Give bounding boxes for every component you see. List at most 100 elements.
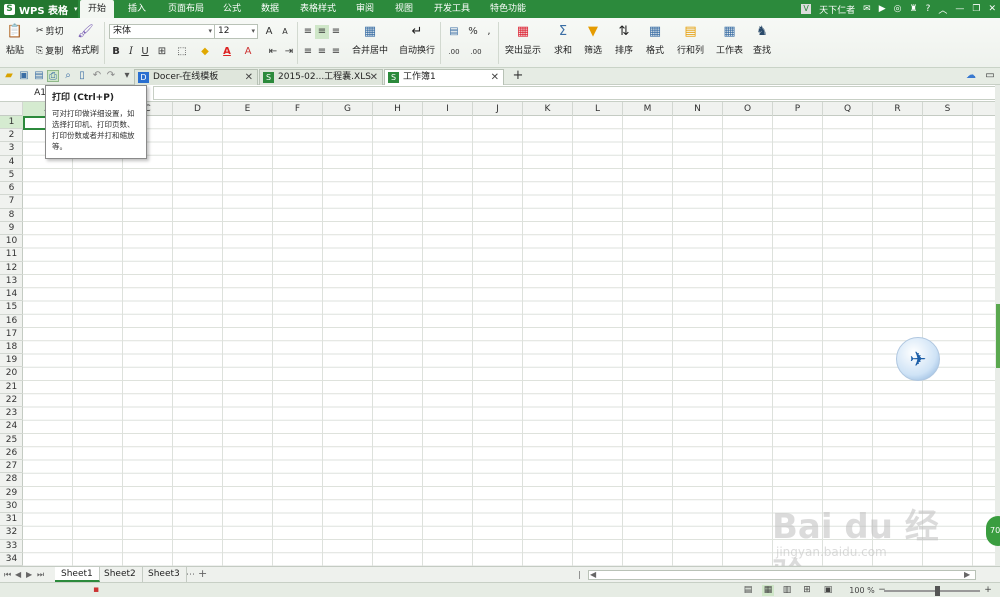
save-icon[interactable]: ▣ (18, 70, 30, 82)
rows-cols-button[interactable]: ▤ 行和列 (677, 22, 704, 57)
worksheet-button[interactable]: ▦ 工作表 (716, 22, 743, 57)
font-name-select[interactable]: 宋体 ▾ (109, 24, 215, 39)
tab-insert[interactable]: 插入 (120, 0, 154, 18)
app-menu-button[interactable]: S WPS 表格 ▾ (0, 0, 78, 18)
align-top-icon[interactable]: ≡ (301, 25, 315, 39)
play-icon[interactable]: ▶ (879, 4, 886, 14)
document-icon[interactable]: ▯ (76, 70, 88, 82)
row-header[interactable]: 25 (0, 434, 23, 447)
scroll-left-icon[interactable]: ◀ (590, 570, 596, 579)
more-sheets-icon[interactable]: ⋯ (186, 570, 195, 580)
column-header[interactable]: G (323, 102, 373, 116)
column-header[interactable]: R (873, 102, 923, 116)
italic-button[interactable]: I (124, 45, 138, 59)
open-icon[interactable]: ▰ (3, 70, 15, 82)
doc-tab-docer[interactable]: D Docer-在线模板 ✕ (134, 69, 258, 85)
macro-icon[interactable]: ▪ (90, 585, 102, 596)
column-header[interactable]: Q (823, 102, 873, 116)
row-header[interactable]: 19 (0, 354, 23, 368)
tab-formulas[interactable]: 公式 (215, 0, 249, 18)
row-header[interactable]: 30 (0, 500, 23, 514)
export-pdf-icon[interactable]: ▤ (33, 70, 45, 82)
number-format-icon[interactable]: ▤ (447, 25, 461, 39)
collapse-icon[interactable]: ︿ (938, 3, 947, 16)
thousands-button[interactable]: , (482, 25, 496, 39)
float-badge-button[interactable]: 70 (986, 516, 1000, 546)
row-header[interactable]: 14 (0, 288, 23, 302)
font-color-icon[interactable]: A (220, 45, 234, 59)
next-sheet-icon[interactable]: ▶ (26, 570, 32, 579)
tab-table-style[interactable]: 表格样式 (292, 0, 344, 18)
name-box[interactable]: A1 (0, 86, 48, 100)
zoom-slider[interactable] (884, 590, 980, 592)
border-icon[interactable]: ⊞ (155, 45, 169, 59)
tab-home[interactable]: 开始 (80, 0, 115, 18)
tab-developer[interactable]: 开发工具 (426, 0, 478, 18)
close-icon[interactable]: ✕ (370, 70, 378, 85)
column-header[interactable]: M (623, 102, 673, 116)
row-header[interactable]: 33 (0, 540, 23, 553)
cut-button[interactable]: ✂ 剪切 (36, 24, 64, 38)
redo-icon[interactable]: ↷ (105, 70, 117, 82)
row-header[interactable]: 5 (0, 169, 23, 183)
vertical-scroll-thumb[interactable] (996, 304, 1000, 368)
prev-sheet-icon[interactable]: ◀ (15, 570, 21, 579)
column-header[interactable]: E (223, 102, 273, 116)
column-header[interactable]: F (273, 102, 323, 116)
align-middle-icon[interactable]: ≡ (315, 25, 329, 39)
formula-input[interactable] (153, 86, 996, 100)
row-header[interactable]: 18 (0, 341, 23, 355)
shirt-icon[interactable]: ♜ (910, 4, 918, 14)
row-header[interactable]: 31 (0, 513, 23, 527)
sheet-tab-1[interactable]: Sheet1 (55, 567, 100, 582)
column-header[interactable]: K (523, 102, 573, 116)
font-shrink-icon[interactable]: A (278, 25, 292, 39)
column-header[interactable]: O (723, 102, 773, 116)
font-size-select[interactable]: 12 ▾ (214, 24, 258, 39)
row-header[interactable]: 3 (0, 142, 23, 156)
align-right-icon[interactable]: ≡ (329, 45, 343, 59)
doc-tab-workbook1[interactable]: S 工作簿1 ✕ (384, 69, 504, 85)
row-header[interactable]: 17 (0, 328, 23, 341)
bold-button[interactable]: B (109, 45, 123, 59)
zoom-slider-handle[interactable] (935, 586, 940, 596)
filter-button[interactable]: ▼ 筛选 (584, 22, 602, 57)
row-header[interactable]: 27 (0, 460, 23, 474)
column-header[interactable]: N (673, 102, 723, 116)
row-header[interactable]: 8 (0, 209, 23, 222)
row-header[interactable]: 10 (0, 235, 23, 249)
row-header[interactable]: 21 (0, 381, 23, 394)
decimal-increase-button[interactable]: .00 (445, 45, 463, 59)
find-button[interactable]: ♞ 查找 (753, 22, 771, 57)
column-header[interactable]: J (473, 102, 523, 116)
split-handle-icon[interactable]: | (578, 570, 581, 579)
row-header[interactable]: 20 (0, 367, 23, 381)
normal-view-icon[interactable]: ▤ (742, 585, 754, 596)
tab-page-layout[interactable]: 页面布局 (160, 0, 212, 18)
row-header[interactable]: 6 (0, 182, 23, 196)
tab-data[interactable]: 数据 (253, 0, 287, 18)
customize-icon[interactable]: ▾ (121, 70, 133, 82)
horizontal-scrollbar[interactable] (588, 570, 976, 580)
tab-view[interactable]: 视图 (387, 0, 421, 18)
percent-button[interactable]: % (466, 25, 480, 39)
copy-button[interactable]: ⎘ 复制 (36, 44, 63, 58)
doc-tab-xls[interactable]: S 2015-02...工程囊.XLS ✕ (259, 69, 383, 85)
row-header[interactable]: 7 (0, 195, 23, 209)
row-header[interactable]: 9 (0, 222, 23, 236)
row-header[interactable]: 24 (0, 420, 23, 434)
eye-protect-icon[interactable]: ▣ (822, 585, 834, 596)
row-header[interactable]: 12 (0, 262, 23, 275)
font-grow-icon[interactable]: A (262, 25, 276, 39)
sort-button[interactable]: ⇅ 排序 (615, 22, 633, 57)
last-sheet-icon[interactable]: ⏭ (37, 570, 44, 580)
close-icon[interactable]: ✕ (491, 70, 499, 85)
fill-color-icon[interactable]: ◆ (198, 45, 212, 59)
row-header[interactable]: 32 (0, 526, 23, 540)
new-tab-icon[interactable]: + (512, 69, 524, 82)
close-icon[interactable]: ✕ (245, 70, 253, 85)
print-preview-icon[interactable]: ⌕ (62, 70, 74, 82)
fullscreen-icon[interactable]: ⊞ (801, 585, 813, 596)
mail-icon[interactable]: ✉ (863, 4, 871, 14)
cloud-icon[interactable]: ☁ (965, 70, 977, 82)
